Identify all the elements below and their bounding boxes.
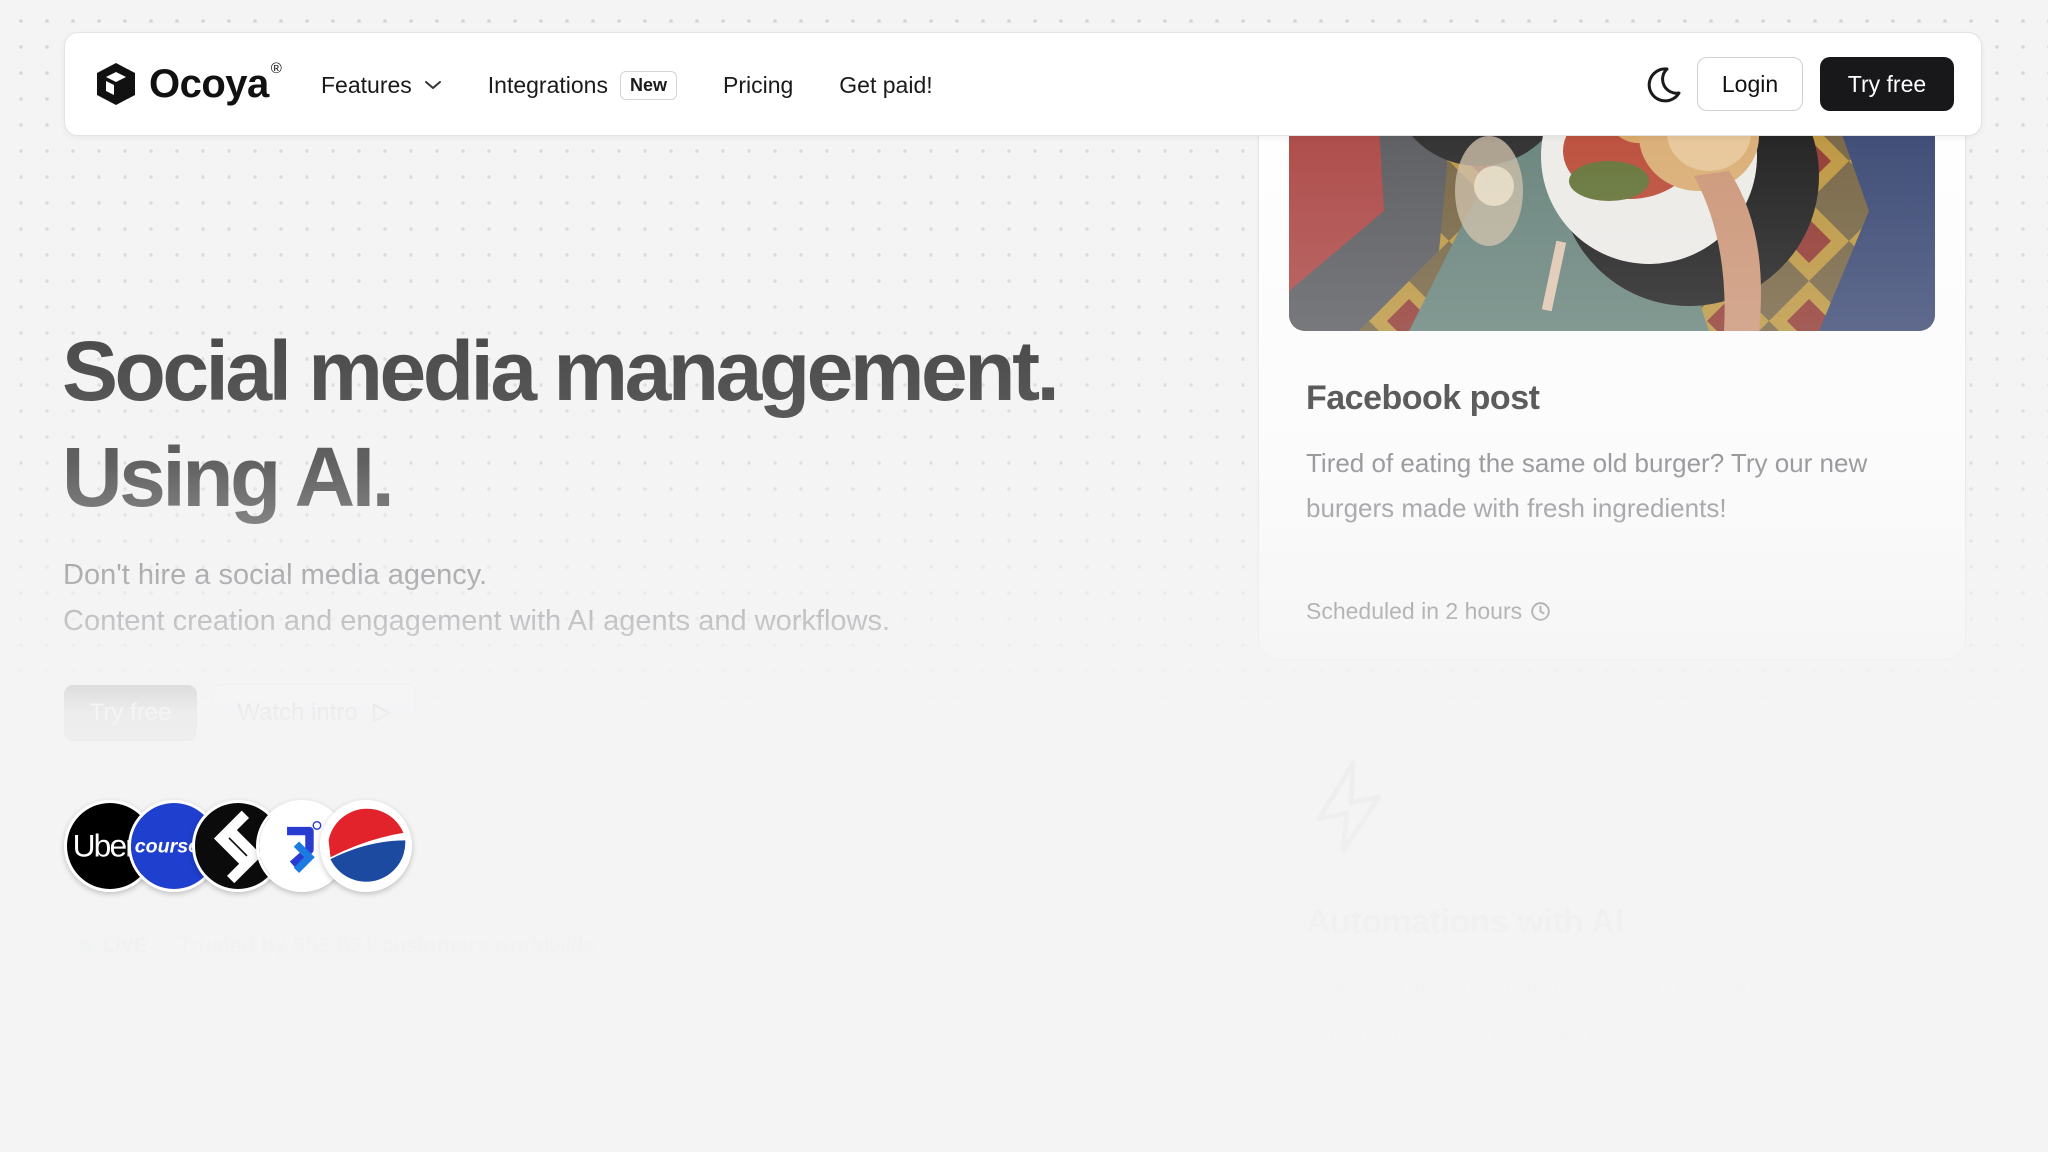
lightning-bolt-icon xyxy=(1316,760,1382,854)
card-body: Tired of eating the same old burger? Try… xyxy=(1306,448,1868,523)
card-title: Facebook post xyxy=(1306,379,1540,417)
live-status-dot xyxy=(80,940,92,952)
card-body: Create and schedule posts with the help … xyxy=(1306,973,1798,1049)
scheduled-label: Scheduled in 2 hours xyxy=(1306,598,1523,624)
customer-logos: Uber course xyxy=(64,800,424,896)
hero-subtitle-line-2: Content creation and engagement with AI … xyxy=(63,605,891,637)
svg-text:course: course xyxy=(135,836,199,858)
login-label: Login xyxy=(1721,70,1779,97)
trusted-text: Trusted by 553,821 customers worldwide. xyxy=(178,932,603,958)
try-free-label: Try free xyxy=(89,699,172,726)
nav-item-label: Integrations xyxy=(487,71,608,98)
hero-title: Social media management. Using AI. xyxy=(62,318,1212,530)
pepsi-logo xyxy=(320,800,412,892)
top-navbar: Ocoya ® Features Integrations New Pricin… xyxy=(64,32,1982,136)
moon-icon[interactable] xyxy=(1643,65,1683,105)
nav-item-label: Features xyxy=(321,71,412,98)
watch-intro-button[interactable]: Watch intro xyxy=(213,684,416,742)
svg-text:Uber: Uber xyxy=(73,827,137,863)
card-title: Automations with AI xyxy=(1306,903,1624,941)
live-label: LIVE xyxy=(103,934,148,957)
automations-card: Automations with AI Create and schedule … xyxy=(1258,710,1966,1110)
login-button[interactable]: Login xyxy=(1697,57,1803,111)
nav-item-label: Pricing xyxy=(722,71,794,98)
try-free-button[interactable]: Try free xyxy=(64,685,197,741)
new-badge: New xyxy=(619,70,677,100)
brand-name: Ocoya xyxy=(149,61,269,106)
nav-try-free-button[interactable]: Try free xyxy=(1820,57,1954,111)
hero-title-line-2: Using AI. xyxy=(62,430,395,524)
brand-logo[interactable]: Ocoya ® xyxy=(93,59,282,107)
cube-logo-icon xyxy=(97,63,135,105)
scheduled-status: Scheduled in 2 hours xyxy=(1306,598,1551,625)
nav-links: Features Integrations New Pricing Get pa… xyxy=(321,33,979,137)
nav-item-label: Get paid! xyxy=(839,71,933,98)
try-free-label: Try free xyxy=(1847,70,1927,97)
hero-subtitle: Don't hire a social media agency. Conten… xyxy=(63,552,890,644)
play-icon xyxy=(372,703,390,723)
chevron-down-icon xyxy=(424,81,441,89)
watch-intro-label: Watch intro xyxy=(237,699,358,726)
nav-item-pricing[interactable]: Pricing xyxy=(723,72,793,99)
hero-title-line-1: Social media management. xyxy=(62,324,1060,418)
hero-subtitle-line-1: Don't hire a social media agency. xyxy=(63,559,488,591)
registered-mark: ® xyxy=(270,59,282,77)
live-badge: LIVE xyxy=(64,927,162,965)
clock-icon xyxy=(1531,602,1550,621)
nav-item-features[interactable]: Features xyxy=(321,72,442,99)
nav-item-integrations[interactable]: Integrations New xyxy=(487,70,677,100)
nav-item-get-paid[interactable]: Get paid! xyxy=(839,72,932,99)
